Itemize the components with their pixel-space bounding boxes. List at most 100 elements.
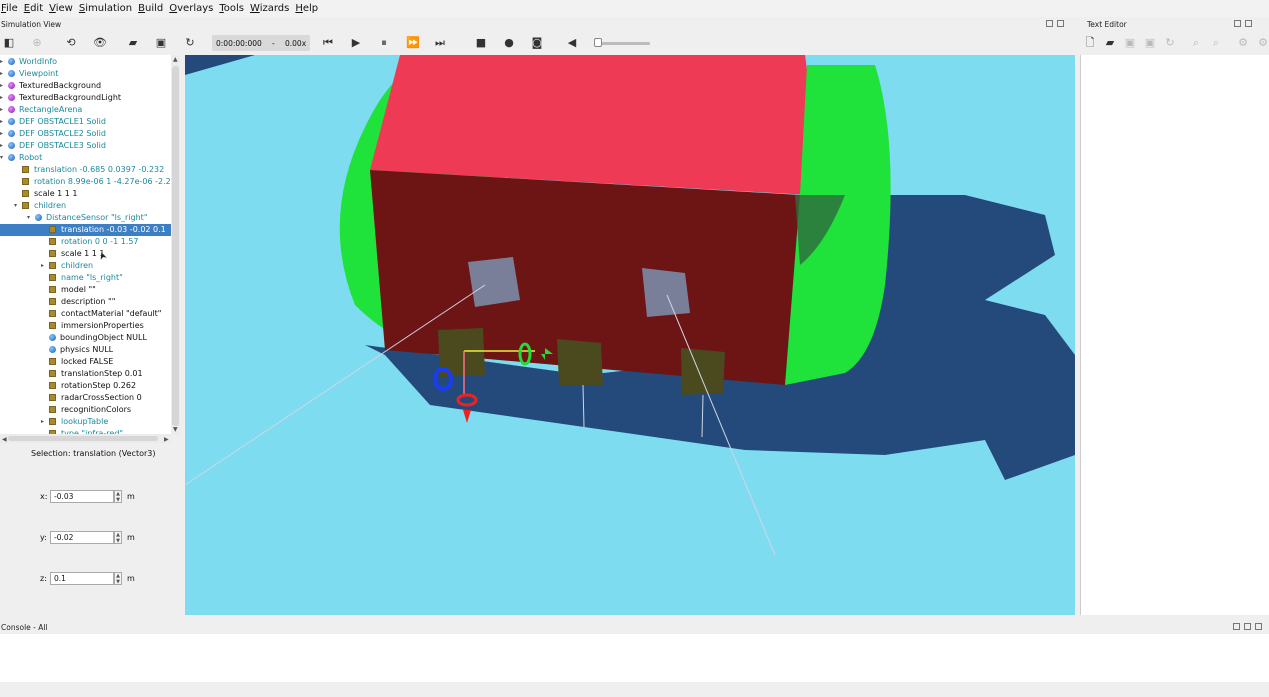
float-icon[interactable] xyxy=(1233,623,1240,630)
tree-item[interactable]: name "ls_right" xyxy=(49,272,123,284)
tree-item[interactable]: WorldInfo xyxy=(8,56,57,68)
expand-right-icon[interactable]: ▸ xyxy=(0,70,3,77)
menu-item[interactable]: Simulation xyxy=(78,3,136,14)
tree-item[interactable]: TexturedBackgroundLight xyxy=(8,92,121,104)
z-spinner[interactable]: ▲ ▼ xyxy=(114,572,122,585)
tree-item[interactable]: DEF OBSTACLE1 Solid xyxy=(8,116,106,128)
sound-icon[interactable]: ◀ xyxy=(566,37,578,49)
settings-gear-icon[interactable]: ⚙ xyxy=(1237,37,1249,49)
expand-right-icon[interactable]: ▸ xyxy=(0,142,3,149)
y-spinner[interactable]: ▲ ▼ xyxy=(114,531,122,544)
scroll-up-icon[interactable]: ▲ xyxy=(173,56,178,63)
expand-right-icon[interactable]: ▸ xyxy=(0,130,3,137)
scroll-right-icon[interactable]: ▶ xyxy=(164,436,169,443)
replace-icon[interactable]: ⌕ xyxy=(1210,37,1222,49)
open-file-icon[interactable]: ▰ xyxy=(1104,37,1116,49)
view-icon[interactable]: 👁 xyxy=(93,37,107,49)
revert-icon[interactable]: ↻ xyxy=(1164,37,1176,49)
scroll-down-icon[interactable]: ▼ xyxy=(173,426,178,433)
x-spinner[interactable]: ▲ ▼ xyxy=(114,490,122,503)
tree-item[interactable]: DistanceSensor "ls_right" xyxy=(35,212,148,224)
screenshot-icon[interactable]: ◙ xyxy=(531,37,543,49)
expand-right-icon[interactable]: ▸ xyxy=(0,82,3,89)
tree-item[interactable]: locked FALSE xyxy=(49,356,113,368)
tree-item[interactable]: Viewpoint xyxy=(8,68,58,80)
tree-item[interactable]: lookupTable xyxy=(49,416,108,428)
save-as-icon[interactable]: ▣ xyxy=(1144,37,1156,49)
tree-item[interactable]: RectangleArena xyxy=(8,104,82,116)
close-icon[interactable] xyxy=(1245,20,1252,27)
tree-item[interactable]: DEF OBSTACLE2 Solid xyxy=(8,128,106,140)
tree-item[interactable]: translationStep 0.01 xyxy=(49,368,143,380)
tree-item[interactable]: rotation 0 0 -1 1.57 xyxy=(49,236,139,248)
pause-icon[interactable]: ⏸ xyxy=(378,37,390,49)
menu-item[interactable]: Tools xyxy=(218,3,248,14)
tree-item[interactable]: model "" xyxy=(49,284,96,296)
expand-down-icon[interactable]: ▾ xyxy=(14,202,17,209)
hscroll-thumb[interactable] xyxy=(8,436,158,441)
run-icon[interactable]: ⏩ xyxy=(406,37,420,49)
tree-item[interactable]: DEF OBSTACLE3 Solid xyxy=(8,140,106,152)
add-node-icon[interactable]: ⊕ xyxy=(31,37,43,49)
menu-item[interactable]: File xyxy=(0,3,22,14)
volume-slider-track[interactable] xyxy=(596,42,650,45)
float-icon[interactable] xyxy=(1046,20,1053,27)
fast-icon[interactable]: ⏭ xyxy=(434,37,446,49)
scene-tree-scroll-thumb[interactable] xyxy=(172,66,179,426)
maximize-icon[interactable] xyxy=(1244,623,1251,630)
console-output[interactable] xyxy=(0,634,1269,682)
close-icon[interactable] xyxy=(1057,20,1064,27)
expand-right-icon[interactable]: ▸ xyxy=(0,94,3,101)
tree-item[interactable]: translation -0.685 0.0397 -0.232 xyxy=(22,164,164,176)
expand-down-icon[interactable]: ▾ xyxy=(0,154,3,161)
text-editor-area[interactable] xyxy=(1080,55,1269,615)
float-icon[interactable] xyxy=(1234,20,1241,27)
tree-item[interactable]: immersionProperties xyxy=(49,320,144,332)
menu-item[interactable]: Build xyxy=(137,3,167,14)
3d-viewport[interactable] xyxy=(185,55,1075,615)
tree-item[interactable]: rotationStep 0.262 xyxy=(49,380,136,392)
expand-right-icon[interactable]: ▸ xyxy=(0,106,3,113)
volume-slider-knob[interactable] xyxy=(594,38,602,47)
record-video-icon[interactable]: ■ xyxy=(475,37,487,49)
gizmo-arrow-red-icon[interactable] xyxy=(463,410,471,423)
tree-item[interactable]: children xyxy=(22,200,66,212)
menu-item[interactable]: Overlays xyxy=(168,3,217,14)
tree-item[interactable]: contactMaterial "default" xyxy=(49,308,162,320)
reset-simulation-icon[interactable]: ↻ xyxy=(184,37,196,49)
tree-item[interactable]: translation -0.03 -0.02 0.1 xyxy=(0,224,171,236)
expand-right-icon[interactable]: ▸ xyxy=(41,418,44,425)
expand-right-icon[interactable]: ▸ xyxy=(41,262,44,269)
save-world-icon[interactable]: ▣ xyxy=(155,37,167,49)
tree-item[interactable]: TexturedBackground xyxy=(8,80,101,92)
show-scene-tree-icon[interactable]: ◧ xyxy=(3,37,15,49)
z-field[interactable]: 0.1 xyxy=(50,572,114,585)
expand-right-icon[interactable]: ▸ xyxy=(0,118,3,125)
menu-item[interactable]: Help xyxy=(294,3,322,14)
reload-icon[interactable]: ⟲ xyxy=(65,37,77,49)
menu-item[interactable]: View xyxy=(48,3,77,14)
tree-item[interactable]: boundingObject NULL xyxy=(49,332,147,344)
close-icon[interactable] xyxy=(1255,623,1262,630)
menu-item[interactable]: Wizards xyxy=(249,3,293,14)
tree-item[interactable]: recognitionColors xyxy=(49,404,131,416)
tree-item[interactable]: Robot xyxy=(8,152,42,164)
step-back-icon[interactable]: ⏮ xyxy=(322,37,334,49)
new-file-icon[interactable]: 🗋 xyxy=(1084,37,1096,49)
tree-item[interactable]: description "" xyxy=(49,296,115,308)
expand-right-icon[interactable]: ▸ xyxy=(0,58,3,65)
open-world-icon[interactable]: ▰ xyxy=(127,37,139,49)
x-field[interactable]: -0.03 xyxy=(50,490,114,503)
y-field[interactable]: -0.02 xyxy=(50,531,114,544)
tree-item[interactable]: radarCrossSection 0 xyxy=(49,392,142,404)
tree-item[interactable]: scale 1 1 1 xyxy=(22,188,78,200)
step-icon[interactable]: ▶ xyxy=(350,37,362,49)
record-icon[interactable]: ● xyxy=(503,37,515,49)
scroll-left-icon[interactable]: ◀ xyxy=(2,436,7,443)
menu-item[interactable]: Edit xyxy=(23,3,47,14)
find-icon[interactable]: ⌕ xyxy=(1190,37,1202,49)
compile-icon[interactable]: ⚙ xyxy=(1257,37,1269,49)
tree-item[interactable]: rotation 8.99e-06 1 -4.27e-06 -2.25 xyxy=(22,176,176,188)
tree-item[interactable]: physics NULL xyxy=(49,344,113,356)
tree-item[interactable]: children xyxy=(49,260,93,272)
